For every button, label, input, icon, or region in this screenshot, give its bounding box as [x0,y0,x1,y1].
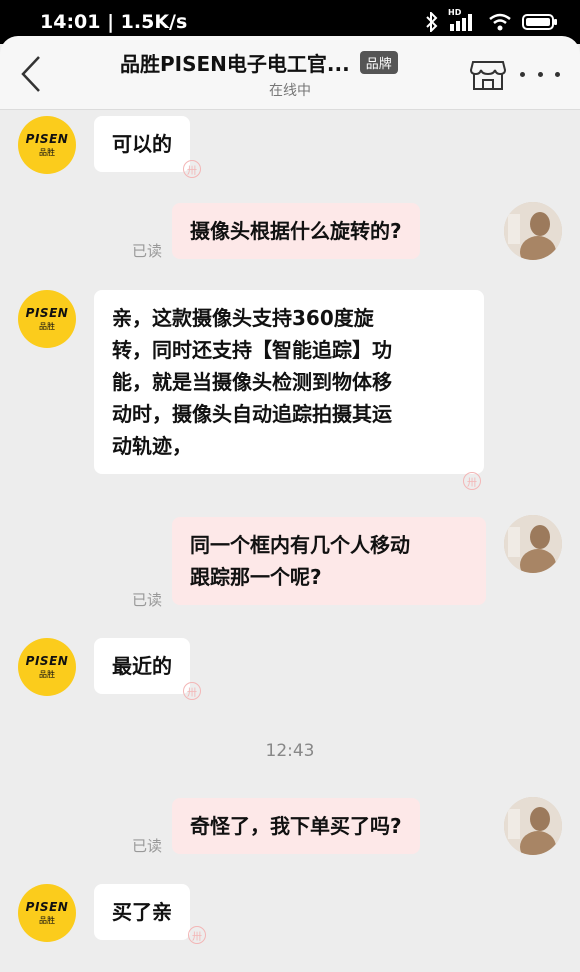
read-receipt: 已读 [132,837,163,855]
dot-icon [555,71,560,77]
message-bubble-shop[interactable]: 最近的 [94,638,190,694]
status-time: 14:01 [40,11,101,33]
store-button[interactable] [469,58,507,92]
battery-icon [522,14,557,30]
message-line: 亲，这款摄像头支持360度旋 [112,306,374,330]
signal-icon: HD [448,8,478,32]
read-receipt: 已读 [132,591,163,609]
more-button[interactable] [520,64,560,84]
message-line: 跟踪那一个呢? [190,565,322,589]
watermark-icon: 卅 [188,926,206,944]
dot-icon [520,71,525,77]
message-bubble-user[interactable]: 摄像头根据什么旋转的? [172,203,420,259]
shop-avatar[interactable]: PISEN 品胜 [18,884,76,942]
message-bubble-shop[interactable]: 亲，这款摄像头支持360度旋 转，同时还支持【智能追踪】功 能，就是当摄像头检测… [94,290,484,474]
dot-icon [537,71,543,77]
title-wrap: 品胜PISEN电子电工官... 品牌 [120,48,480,77]
message-line: 转，同时还支持【智能追踪】功 [112,338,392,362]
bluetooth-icon [426,12,438,32]
message-bubble-user[interactable]: 奇怪了，我下单买了吗? [172,798,420,854]
message-line: 同一个框内有几个人移动 [190,533,410,557]
status-icons: HD [426,8,558,32]
user-avatar[interactable] [504,797,562,855]
watermark-icon: 卅 [183,160,201,178]
watermark-icon: 卅 [183,682,201,700]
timestamp: 12:43 [265,741,315,761]
shop-title[interactable]: 品胜PISEN电子电工官... [120,48,350,77]
watermark-icon: 卅 [463,472,481,490]
user-avatar[interactable] [504,515,562,573]
message-line: 动轨迹， [112,434,192,458]
status-speed: 1.5K/s [120,11,188,33]
user-avatar-image [504,515,562,573]
brand-badge: 品牌 [359,51,398,74]
message-line: 动时，摄像头自动追踪拍摄其运 [112,402,392,426]
shop-avatar[interactable]: PISEN 品胜 [18,116,76,174]
shop-avatar[interactable]: PISEN 品胜 [18,290,76,348]
message-line: 能，就是当摄像头检测到物体移 [112,370,392,394]
status-left: 14:01 | 1.5K/s [40,11,188,33]
message-bubble-shop[interactable]: 买了亲 [94,884,190,940]
wifi-icon [489,13,511,31]
shop-avatar[interactable]: PISEN 品胜 [18,638,76,696]
store-icon [469,61,507,90]
message-bubble-user[interactable]: 同一个框内有几个人移动 跟踪那一个呢? [172,517,486,605]
read-receipt: 已读 [132,242,163,260]
user-avatar[interactable] [504,202,562,260]
user-avatar-image [504,202,562,260]
chat-header: 品胜PISEN电子电工官... 品牌 在线中 [0,36,580,110]
user-avatar-image [504,797,562,855]
message-bubble-shop[interactable]: 可以的 [94,116,190,172]
